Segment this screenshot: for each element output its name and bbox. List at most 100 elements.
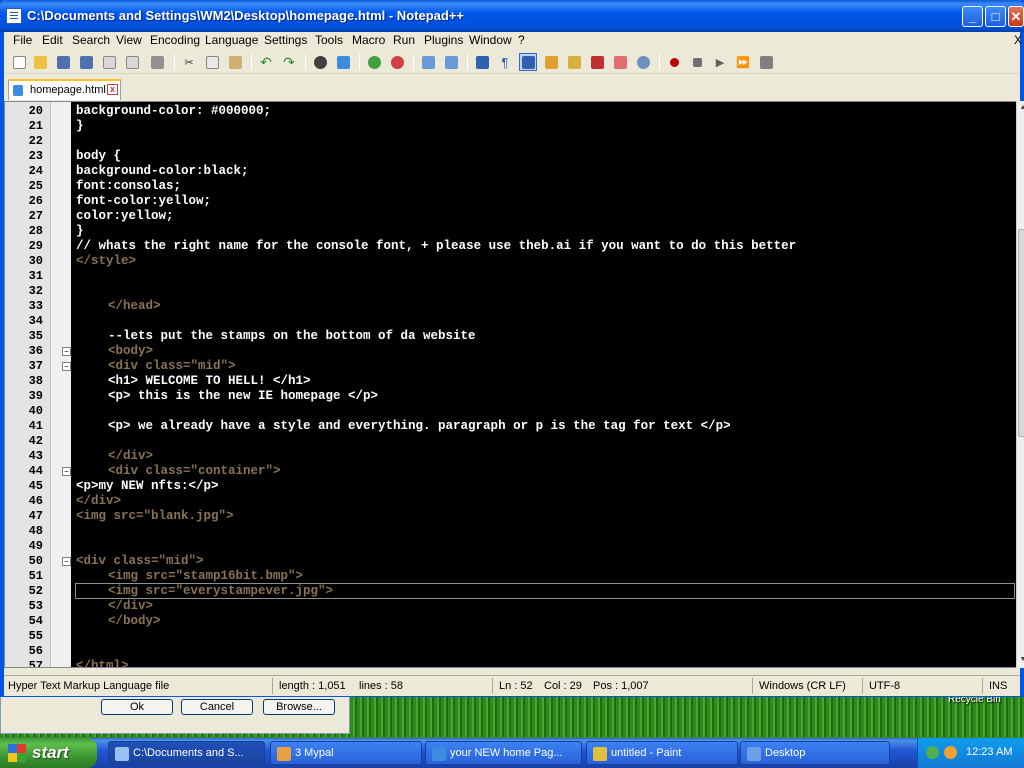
doc-map-icon[interactable] (565, 53, 583, 71)
code-line[interactable]: body { (76, 149, 121, 164)
menu-language[interactable]: Language (205, 33, 258, 47)
code-line[interactable]: font:consolas; (76, 179, 181, 194)
code-line[interactable]: </div> (76, 494, 121, 509)
replace-icon[interactable] (334, 53, 352, 71)
play-macro-icon[interactable]: ▶ (711, 53, 729, 71)
cut-icon[interactable]: ✂ (180, 53, 198, 71)
code-line[interactable]: // whats the right name for the console … (76, 239, 796, 254)
open-folder-icon[interactable] (31, 53, 49, 71)
function-list-icon[interactable] (588, 53, 606, 71)
maximize-button[interactable]: □ (985, 6, 1006, 27)
show-all-characters-icon[interactable]: ¶ (496, 53, 514, 71)
code-line[interactable]: background-color:black; (76, 164, 249, 179)
code-line[interactable]: <div class="mid"> (108, 359, 236, 374)
dialog-cancel-button[interactable]: Cancel (181, 699, 253, 715)
menu-encoding[interactable]: Encoding (150, 33, 200, 47)
sync-horizontal-icon[interactable] (442, 53, 460, 71)
search-tray-icon[interactable] (944, 746, 957, 759)
close-button[interactable]: ✕ (1008, 6, 1024, 27)
code-line[interactable]: </div> (108, 449, 153, 464)
word-wrap-icon[interactable] (473, 53, 491, 71)
taskbar-button[interactable]: your NEW home Pag... (425, 741, 582, 765)
menu-plugins[interactable]: Plugins (424, 33, 463, 47)
zoom-in-icon[interactable] (365, 53, 383, 71)
code-line[interactable]: </div> (108, 599, 153, 614)
menu-settings[interactable]: Settings (264, 33, 307, 47)
network-tray-icon[interactable] (926, 746, 939, 759)
copy-icon[interactable] (203, 53, 221, 71)
sync-vertical-icon[interactable] (419, 53, 437, 71)
close-file-icon[interactable] (100, 53, 118, 71)
taskbar-button[interactable]: 3 Mypal (270, 741, 422, 765)
indent-guide-icon[interactable] (519, 53, 537, 71)
code-line[interactable]: font-color:yellow; (76, 194, 211, 209)
vertical-scrollbar[interactable]: ▲ ▼ (1016, 101, 1024, 668)
title-bar[interactable]: C:\Documents and Settings\WM2\Desktop\ho… (0, 0, 1024, 32)
close-document-menu-icon[interactable]: X (1014, 33, 1022, 47)
clock[interactable]: 12:23 AM (966, 746, 1012, 758)
menu-run[interactable]: Run (393, 33, 415, 47)
code-line[interactable]: <p> this is the new IE homepage </p> (108, 389, 378, 404)
code-line[interactable]: <div class="container"> (108, 464, 281, 479)
menu-search[interactable]: Search (72, 33, 110, 47)
taskbar-button[interactable]: untitled - Paint (586, 741, 738, 765)
save-icon[interactable] (54, 53, 72, 71)
menu-view[interactable]: View (116, 33, 142, 47)
code-line[interactable]: background-color: #000000; (76, 104, 271, 119)
code-line[interactable]: </style> (76, 254, 136, 269)
fold-toggle-icon[interactable]: − (62, 467, 71, 476)
folder-as-workspace-icon[interactable] (611, 53, 629, 71)
code-line[interactable]: color:yellow; (76, 209, 174, 224)
code-line[interactable]: <h1> WELCOME TO HELL! </h1> (108, 374, 311, 389)
save-macro-icon[interactable] (757, 53, 775, 71)
code-line[interactable]: <p>my NEW nfts:</p> (76, 479, 219, 494)
menu-tools[interactable]: Tools (315, 33, 343, 47)
code-editor[interactable]: 20 background-color: #000000; 21} 22 23 body … (4, 101, 1020, 668)
dialog-browse-button[interactable]: Browse... (263, 699, 335, 715)
code-line[interactable]: <p> we already have a style and everythi… (108, 419, 731, 434)
taskbar-button[interactable]: Desktop (740, 741, 890, 765)
code-line[interactable]: <div class="mid"> (76, 554, 204, 569)
fold-toggle-icon[interactable]: − (62, 362, 71, 371)
menu-help[interactable]: ? (518, 33, 525, 47)
code-line[interactable]: <body> (108, 344, 153, 359)
scroll-up-icon[interactable]: ▲ (1018, 103, 1024, 113)
code-line[interactable]: </body> (108, 614, 161, 629)
scroll-thumb[interactable] (1018, 229, 1024, 437)
find-icon[interactable] (311, 53, 329, 71)
code-line[interactable]: --lets put the stamps on the bottom of d… (108, 329, 476, 344)
menu-edit[interactable]: Edit (42, 33, 63, 47)
menu-macro[interactable]: Macro (352, 33, 385, 47)
dialog-ok-button[interactable]: Ok (101, 699, 173, 715)
code-line[interactable]: <img src="everystampever.jpg"> (108, 584, 333, 599)
paste-icon[interactable] (226, 53, 244, 71)
monitoring-icon[interactable] (634, 53, 652, 71)
udl-icon[interactable] (542, 53, 560, 71)
stop-macro-icon[interactable] (688, 53, 706, 71)
fold-toggle-icon[interactable]: − (62, 347, 71, 356)
minimize-button[interactable]: _ (962, 6, 983, 27)
menu-window[interactable]: Window (469, 33, 512, 47)
tab-homepage-html[interactable]: homepage.html x (8, 79, 121, 100)
code-line[interactable]: </html> (76, 659, 129, 667)
new-file-icon[interactable] (10, 53, 28, 71)
code-line[interactable]: <img src="stamp16bit.bmp"> (108, 569, 303, 584)
run-macro-multiple-icon[interactable]: ⏩ (734, 53, 752, 71)
code-line[interactable]: <img src="blank.jpg"> (76, 509, 234, 524)
notepad-app-icon[interactable] (6, 8, 22, 24)
scroll-down-icon[interactable]: ▼ (1018, 655, 1024, 665)
redo-icon[interactable]: ↷ (280, 53, 298, 71)
start-button[interactable]: start (0, 738, 97, 768)
menu-file[interactable]: File (13, 33, 32, 47)
save-all-icon[interactable] (77, 53, 95, 71)
zoom-out-icon[interactable] (388, 53, 406, 71)
code-line[interactable]: } (76, 119, 84, 134)
record-macro-icon[interactable] (665, 53, 683, 71)
code-line[interactable]: } (76, 224, 84, 239)
taskbar-button[interactable]: C:\Documents and S... (108, 741, 265, 765)
tab-close-icon[interactable]: x (107, 84, 118, 95)
undo-icon[interactable]: ↶ (257, 53, 275, 71)
fold-toggle-icon[interactable]: − (62, 557, 71, 566)
close-all-icon[interactable] (123, 53, 141, 71)
code-line[interactable]: </head> (108, 299, 161, 314)
